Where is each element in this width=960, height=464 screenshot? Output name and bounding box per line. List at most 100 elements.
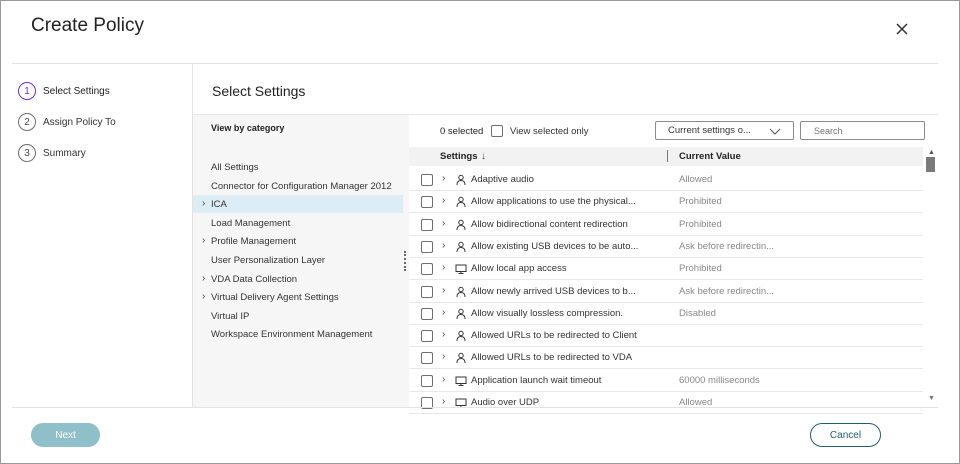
view-selected-label[interactable]: View selected only [510,126,589,137]
step-summary[interactable]: 3 Summary [18,143,86,163]
column-divider[interactable] [667,150,668,162]
chevron-right-icon[interactable]: › [202,198,205,209]
category-item[interactable]: Connector for Configuration Manager 2012 [193,177,403,195]
chevron-right-icon[interactable]: › [442,240,445,251]
scrollbar-thumb[interactable] [926,157,935,172]
close-icon[interactable] [892,19,912,39]
table-row[interactable]: › Allowed URLs to be redirected to Client [409,325,923,348]
chevron-right-icon[interactable]: › [442,351,445,362]
chevron-right-icon[interactable]: › [442,218,445,229]
category-heading: View by category [211,123,285,133]
setting-name: Allow existing USB devices to be auto... [471,240,639,252]
category-item[interactable]: Workspace Environment Management [193,325,403,343]
step-label: Select Settings [43,85,110,97]
setting-value: Disabled [679,307,716,319]
category-label: Virtual IP [211,310,250,322]
table-row[interactable]: › Adaptive audio Allowed [409,169,923,191]
table-scrollbar[interactable] [923,147,938,407]
category-label: Workspace Environment Management [211,328,373,340]
category-label: Virtual Delivery Agent Settings [211,291,339,303]
category-panel: View by category All Settings Connector f… [193,114,409,407]
next-button[interactable]: Next [31,423,100,447]
setting-value: Prohibited [679,263,722,275]
section-title: Select Settings [212,83,306,99]
table-row[interactable]: › Allow local app access Prohibited [409,258,923,281]
setting-value: Ask before redirectin... [679,285,775,297]
setting-name: Allow applications to use the physical..… [471,196,636,208]
category-item[interactable]: All Settings [193,158,403,176]
user-icon [455,173,467,186]
cancel-button[interactable]: Cancel [810,423,881,447]
setting-value: Allowed [679,174,713,185]
category-label: VDA Data Collection [211,273,298,285]
setting-name: Allow visually lossless compression. [471,307,624,319]
scroll-down-icon[interactable]: ▼ [928,395,935,402]
category-item[interactable]: Load Management [193,214,403,232]
user-icon [455,351,467,364]
chevron-right-icon[interactable]: › [442,195,445,206]
scroll-up-icon[interactable]: ▲ [928,149,935,156]
table-row[interactable]: › Allow bidirectional content redirection… [409,214,923,236]
table-row[interactable]: › Allowed URLs to be redirected to VDA [409,347,923,370]
chevron-right-icon[interactable]: › [442,374,445,385]
category-item[interactable]: › ICA [193,195,403,213]
category-label: ICA [211,198,227,210]
chevron-right-icon[interactable]: › [442,262,445,273]
step-number: 1 [18,82,36,100]
computer-icon [455,262,467,275]
row-checkbox[interactable] [421,240,433,253]
table-row[interactable]: › Allow applications to use the physical.… [409,191,923,214]
search-input[interactable] [800,121,925,140]
chevron-right-icon[interactable]: › [442,396,445,407]
chevron-right-icon[interactable]: › [442,173,445,184]
row-checkbox[interactable] [421,374,433,387]
view-selected-checkbox[interactable] [491,125,503,137]
row-checkbox[interactable] [421,285,433,298]
chevron-down-icon [769,128,781,135]
table-row[interactable]: › Allow newly arrived USB devices to b...… [409,281,923,303]
panel-resize-handle[interactable] [404,251,406,271]
step-select-settings[interactable]: 1 Select Settings [18,81,110,101]
category-item[interactable]: › Profile Management [193,232,403,250]
user-icon [455,240,467,252]
step-number: 2 [18,113,36,131]
category-item[interactable]: User Personalization Layer [193,251,403,269]
chevron-right-icon[interactable]: › [202,235,205,246]
category-label: All Settings [211,161,259,173]
sort-down-icon[interactable]: ↓ [481,151,486,162]
row-checkbox[interactable] [421,174,433,186]
category-item[interactable]: Virtual IP [193,307,403,325]
chevron-right-icon[interactable]: › [442,307,445,318]
row-checkbox[interactable] [421,330,433,343]
chevron-right-icon[interactable]: › [202,291,205,302]
row-checkbox[interactable] [421,218,433,231]
dialog-title: Create Policy [31,15,144,36]
column-header-settings[interactable]: Settings [440,151,477,162]
category-label: Connector for Configuration Manager 2012 [211,180,392,192]
setting-name: Allow local app access [471,263,567,275]
table-row[interactable]: › Allow existing USB devices to be auto..… [409,236,923,258]
row-checkbox[interactable] [421,307,433,320]
category-item[interactable]: › VDA Data Collection [193,270,403,288]
table-row[interactable]: › Audio over UDP Allowed [409,392,923,414]
settings-filter-dropdown[interactable]: Current settings o... [655,121,794,140]
table-row[interactable]: › Application launch wait timeout 60000 mi… [409,370,923,392]
user-icon [455,195,467,208]
dropdown-value: Current settings o... [668,125,751,136]
category-label: User Personalization Layer [211,254,326,266]
table-row[interactable]: › Allow visually lossless compression. Dis… [409,303,923,325]
step-assign-policy[interactable]: 2 Assign Policy To [18,112,116,132]
footer-divider [12,407,938,408]
row-checkbox[interactable] [421,352,433,365]
row-checkbox[interactable] [421,263,433,276]
setting-value: Prohibited [679,218,722,230]
table-header [409,147,923,166]
column-header-current-value[interactable]: Current Value [679,151,741,162]
chevron-right-icon[interactable]: › [442,285,445,296]
category-item[interactable]: › Virtual Delivery Agent Settings [193,288,403,306]
chevron-right-icon[interactable]: › [442,329,445,340]
chevron-right-icon[interactable]: › [202,273,205,284]
row-checkbox[interactable] [421,196,433,209]
category-label: Load Management [211,217,291,229]
setting-name: Allow bidirectional content redirection [471,218,628,230]
